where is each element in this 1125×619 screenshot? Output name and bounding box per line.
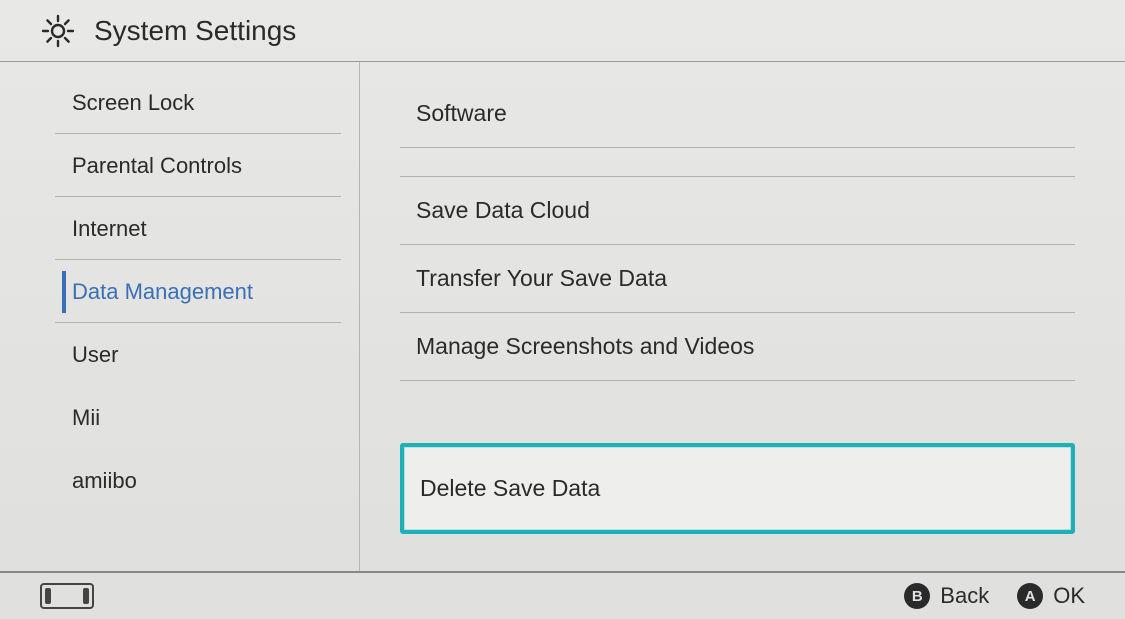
gear-icon bbox=[40, 13, 76, 49]
ok-button-label: OK bbox=[1053, 583, 1085, 609]
content-gap bbox=[400, 381, 1075, 443]
content-item-delete-save-data[interactable]: Delete Save Data bbox=[400, 443, 1075, 534]
content-item-software[interactable]: Software bbox=[400, 80, 1075, 148]
content-gap bbox=[400, 148, 1075, 176]
sidebar-item-label: Mii bbox=[72, 405, 100, 430]
sidebar-item-label: Internet bbox=[72, 216, 147, 241]
sidebar-item-label: Data Management bbox=[72, 279, 253, 304]
content-panel: Software Save Data Cloud Transfer Your S… bbox=[360, 62, 1125, 571]
content-item-manage-screenshots[interactable]: Manage Screenshots and Videos bbox=[400, 312, 1075, 381]
sidebar: Screen Lock Parental Controls Internet D… bbox=[0, 62, 360, 571]
content-item-label: Delete Save Data bbox=[420, 475, 600, 501]
controller-icon bbox=[40, 583, 94, 609]
sidebar-item-label: Screen Lock bbox=[72, 90, 194, 115]
footer: B Back A OK bbox=[0, 571, 1125, 619]
back-button[interactable]: B Back bbox=[904, 583, 989, 609]
content-item-label: Software bbox=[416, 100, 507, 126]
sidebar-item-internet[interactable]: Internet bbox=[0, 198, 359, 261]
sidebar-item-mii[interactable]: Mii bbox=[0, 387, 359, 450]
back-button-label: Back bbox=[940, 583, 989, 609]
content-item-label: Manage Screenshots and Videos bbox=[416, 333, 754, 359]
sidebar-item-label: Parental Controls bbox=[72, 153, 242, 178]
a-button-glyph: A bbox=[1017, 583, 1043, 609]
sidebar-item-data-management[interactable]: Data Management bbox=[0, 261, 359, 324]
sidebar-item-amiibo[interactable]: amiibo bbox=[0, 450, 359, 513]
content-item-transfer-save-data[interactable]: Transfer Your Save Data bbox=[400, 244, 1075, 312]
ok-button[interactable]: A OK bbox=[1017, 583, 1085, 609]
sidebar-item-user[interactable]: User bbox=[0, 324, 359, 387]
content-item-label: Transfer Your Save Data bbox=[416, 265, 667, 291]
header: System Settings bbox=[0, 0, 1125, 62]
content-item-label: Save Data Cloud bbox=[416, 197, 590, 223]
page-title: System Settings bbox=[94, 15, 296, 47]
b-button-glyph: B bbox=[904, 583, 930, 609]
sidebar-item-parental-controls[interactable]: Parental Controls bbox=[0, 135, 359, 198]
sidebar-item-screen-lock[interactable]: Screen Lock bbox=[0, 72, 359, 135]
sidebar-item-label: User bbox=[72, 342, 118, 367]
content-item-save-data-cloud[interactable]: Save Data Cloud bbox=[400, 176, 1075, 244]
sidebar-item-label: amiibo bbox=[72, 468, 137, 493]
main-area: Screen Lock Parental Controls Internet D… bbox=[0, 62, 1125, 571]
